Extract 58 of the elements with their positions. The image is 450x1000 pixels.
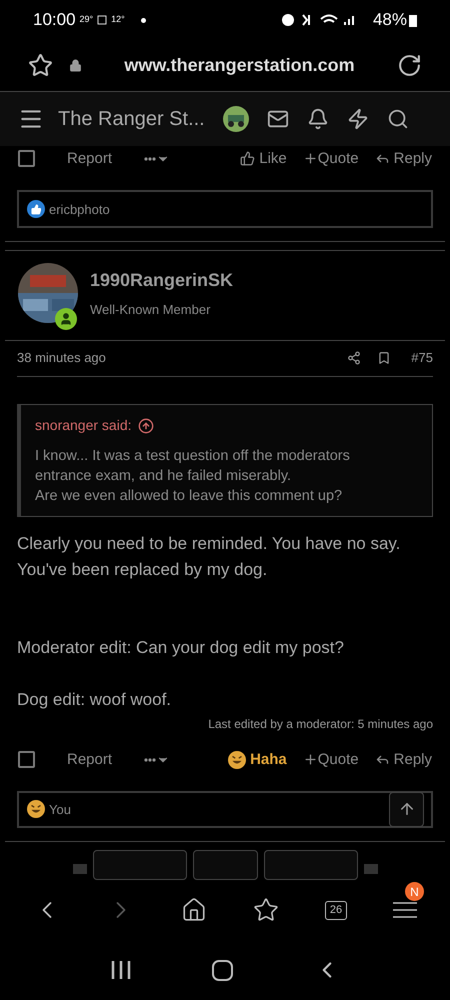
reply-button[interactable]: Reply (374, 748, 432, 772)
author-role: Well-Known Member (90, 300, 212, 319)
bookmark-star-icon[interactable] (28, 53, 53, 78)
site-title[interactable]: The Ranger St... (58, 104, 205, 134)
weather-temperature: 12° (111, 13, 125, 26)
mail-icon[interactable] (266, 108, 289, 130)
tabs-button[interactable]: 26 (325, 900, 347, 920)
menu-icon[interactable] (393, 902, 417, 918)
battery-percent: 48% (372, 9, 407, 32)
home-icon[interactable] (181, 897, 207, 923)
thumbs-up-icon (240, 151, 256, 166)
reaction-users[interactable]: ericbphoto (49, 200, 110, 220)
edit-note: Last edited by a moderator: 5 minutes ago (207, 716, 434, 734)
bookmark-icon[interactable] (377, 351, 392, 366)
plus-icon (302, 752, 318, 768)
author-name[interactable]: 1990RangerinSK (90, 266, 234, 294)
search-icon[interactable] (386, 108, 409, 130)
recent-apps-icon[interactable] (110, 961, 130, 979)
select-checkbox[interactable] (18, 150, 35, 168)
reaction-button[interactable]: Haha (228, 748, 287, 772)
dots-icon (144, 758, 156, 762)
bookmarks-icon[interactable] (253, 897, 279, 923)
quote-text: I know... It was a test question off the moderators entrance exam, and he failed miserably. (35, 447, 351, 486)
reaction-users[interactable]: You (49, 800, 71, 820)
bell-icon[interactable] (306, 108, 329, 130)
dots-icon (144, 156, 156, 161)
laughing-face-icon (228, 750, 246, 769)
post-text: Dog edit: woof woof. (17, 689, 172, 712)
reply-button[interactable]: Reply (374, 148, 432, 170)
weather-temperature: 29° (80, 13, 94, 26)
post-time[interactable]: 38 minutes ago (17, 348, 106, 368)
share-icon[interactable] (347, 351, 362, 366)
select-checkbox[interactable] (18, 751, 35, 768)
jump-to-quote-icon[interactable] (138, 418, 154, 434)
post-text: Clearly you need to be reminded. You have no say. You've been replaced by my dog. (17, 533, 402, 582)
post-text: Moderator edit: Can your dog edit my post? (17, 637, 345, 660)
battery-icon (409, 13, 417, 27)
lock-icon (69, 59, 82, 72)
laughing-face-icon (27, 800, 45, 818)
online-status-icon (55, 308, 77, 330)
thumbs-up-icon (27, 200, 45, 218)
quote-button[interactable]: Quote (302, 148, 359, 170)
weather-widget-icon (97, 15, 108, 25)
clock: 10:00 (33, 9, 76, 32)
scroll-to-top-button[interactable] (389, 792, 424, 827)
report-link[interactable]: Report (67, 148, 112, 170)
lightning-icon[interactable] (346, 108, 369, 130)
quote-author[interactable]: snoranger said: (35, 415, 132, 436)
reaction-button[interactable]: Like (240, 148, 287, 170)
report-link[interactable]: Report (67, 748, 112, 772)
url-bar[interactable]: www.therangerstation.com (82, 52, 397, 79)
plus-icon (302, 151, 318, 166)
home-button-icon[interactable] (212, 960, 232, 980)
post-number[interactable]: #75 (411, 348, 433, 368)
quote-button[interactable]: Quote (302, 748, 359, 772)
notification-badge: N (405, 882, 424, 901)
reload-icon[interactable] (397, 53, 422, 78)
quote-text: Are we even allowed to leave this comment up? (35, 487, 344, 506)
